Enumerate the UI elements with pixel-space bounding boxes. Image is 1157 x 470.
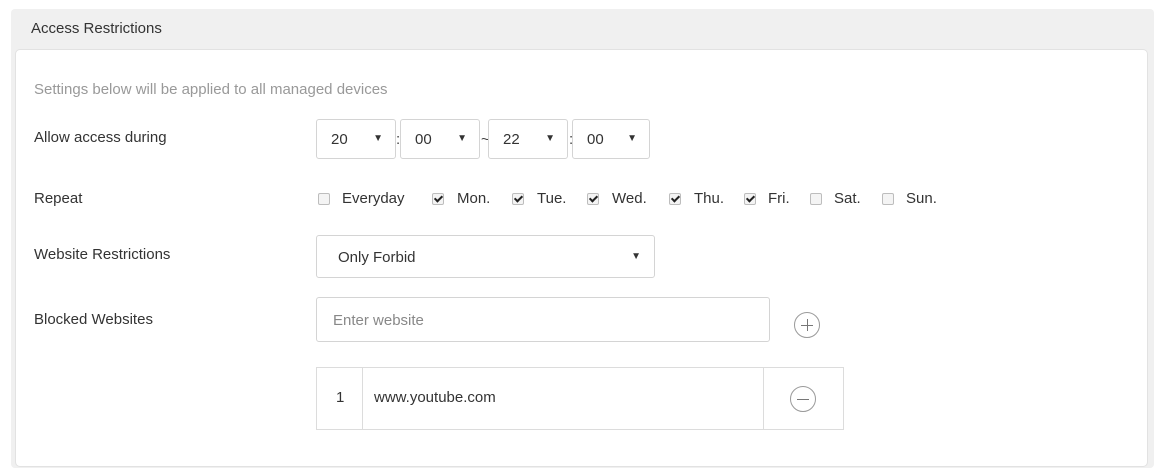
start-minute-value: 00 [415,131,432,148]
triangle-down-icon: ▼ [545,133,555,144]
checkbox-label-mon: Mon. [457,190,491,207]
triangle-down-icon: ▼ [457,133,467,144]
checkbox-label-thu: Thu. [694,190,725,207]
checkbox-label-sat: Sat. [834,190,861,207]
checkbox-label-sun: Sun. [906,190,937,207]
checkbox-sat[interactable] [810,193,822,205]
checkbox-label-tue: Tue. [537,190,567,207]
checkbox-tue[interactable] [512,193,524,205]
table-row-url: www.youtube.com [374,389,496,406]
add-website-button[interactable] [794,312,820,338]
start-hour-select[interactable]: 20 ▼ [316,119,396,159]
panel-title: Access Restrictions [31,20,162,37]
table-row-index: 1 [336,389,345,406]
website-restrictions-label: Website Restrictions [34,246,171,263]
website-input[interactable]: Enter website [316,297,770,342]
checkbox-everyday[interactable] [318,193,330,205]
allow-access-label: Allow access during [34,129,167,146]
website-restrictions-value: Only Forbid [338,249,416,266]
checkbox-label-wed: Wed. [612,190,647,207]
checkbox-thu[interactable] [669,193,681,205]
end-minute-value: 00 [587,131,604,148]
end-minute-select[interactable]: 00 ▼ [572,119,650,159]
website-restrictions-select[interactable]: Only Forbid ▼ [316,235,655,278]
settings-hint: Settings below will be applied to all ma… [34,81,388,98]
blocked-websites-table: 1 www.youtube.com [316,367,844,430]
start-hour-value: 20 [331,131,348,148]
end-hour-value: 22 [503,131,520,148]
repeat-label: Repeat [34,190,83,207]
checkbox-fri[interactable] [744,193,756,205]
remove-website-button[interactable] [790,386,816,412]
checkbox-label-everyday: Everyday [342,190,405,207]
triangle-down-icon: ▼ [373,133,383,144]
checkbox-mon[interactable] [432,193,444,205]
checkbox-sun[interactable] [882,193,894,205]
triangle-down-icon: ▼ [631,251,641,262]
checkbox-label-fri: Fri. [768,190,790,207]
end-hour-select[interactable]: 22 ▼ [488,119,568,159]
triangle-down-icon: ▼ [627,133,637,144]
start-minute-select[interactable]: 00 ▼ [400,119,480,159]
checkbox-wed[interactable] [587,193,599,205]
website-input-placeholder: Enter website [333,312,424,329]
blocked-websites-label: Blocked Websites [34,311,153,328]
